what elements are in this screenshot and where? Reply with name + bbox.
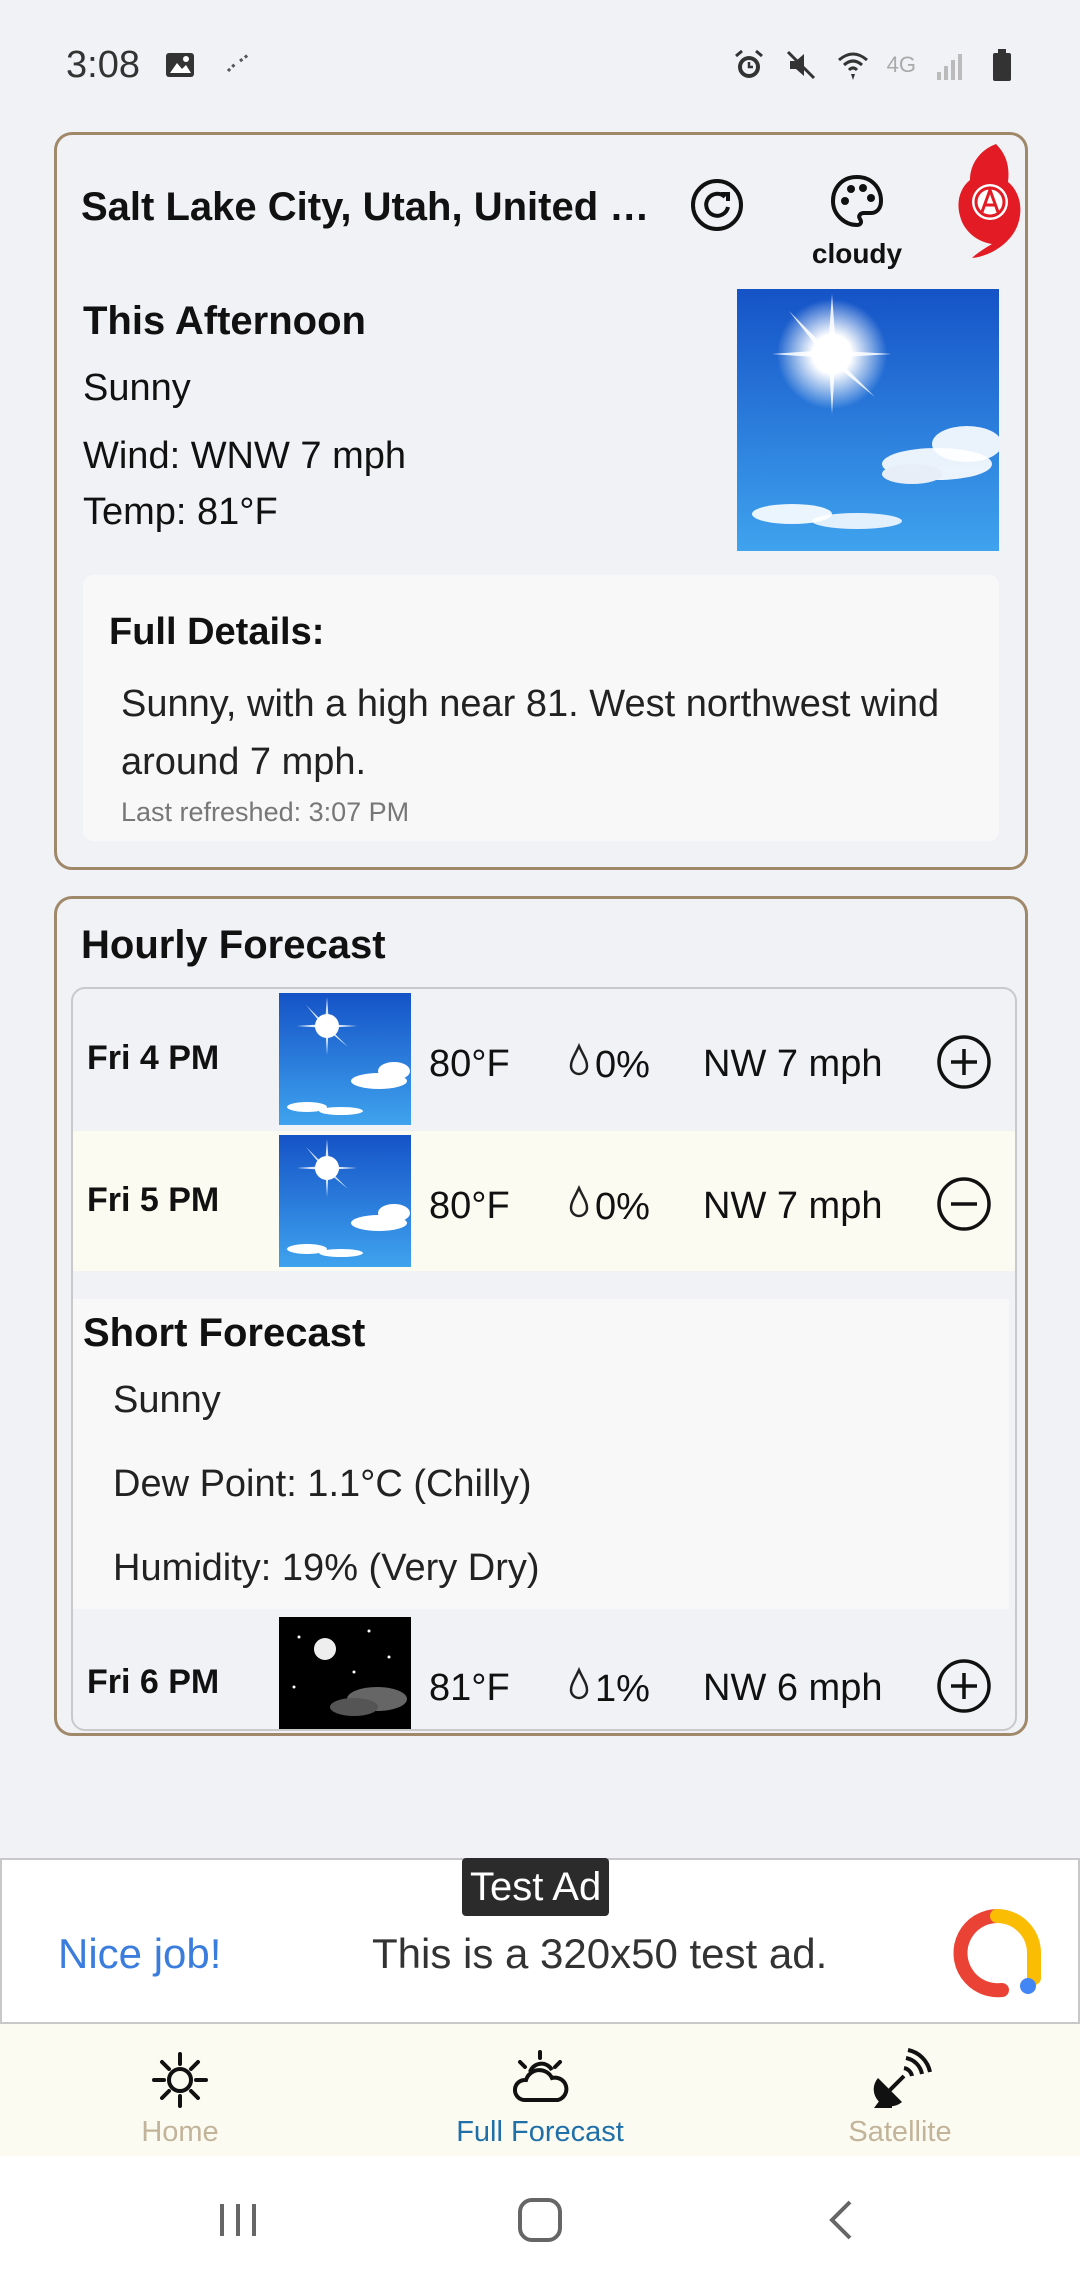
gallery-icon [162,47,198,83]
hourly-title: Hourly Forecast [81,923,386,967]
mute-icon [783,47,819,83]
hour-precip-group: 0% [567,1184,650,1229]
hour-temp: 80°F [429,1043,510,1085]
period-title: This Afternoon [83,299,366,343]
partly-cloudy-icon [508,2048,572,2112]
hour-time: Fri 5 PM [87,1181,220,1219]
nav-item-home[interactable]: Home [30,2024,330,2156]
hourly-list[interactable]: Fri 4 PM 80°F 0% NW 7 mph Fri 5 PM 80°F … [71,987,1017,1731]
details-title: Full Details: [109,611,325,653]
network-label: 4G [886,52,916,77]
nav-item-satellite[interactable]: Satellite [750,2024,1050,2156]
hour-time: Fri 4 PM [87,1039,220,1077]
back-icon[interactable] [812,2190,872,2250]
hour-temp: 81°F [429,1667,510,1709]
hour-wind: NW 7 mph [703,1043,883,1085]
wifi-icon [835,47,871,83]
hour-precip-group: 0% [567,1042,650,1087]
theme-label[interactable]: cloudy [792,238,922,270]
ad-nice-text: Nice job! [58,1930,222,1977]
dew-point: Dew Point: 1.1°C (Chilly) [113,1463,532,1505]
ad-logo-icon [952,1908,1042,1998]
minus-circle-icon[interactable] [935,1175,993,1233]
plus-circle-icon[interactable] [935,1657,993,1715]
ad-text: This is a 320x50 test ad. [372,1930,828,1977]
home-button-icon[interactable] [510,2190,570,2250]
alarm-icon [731,47,767,83]
night-clear-hour-image [279,1617,411,1729]
bottom-nav: Home Full Forecast Satellite [0,2024,1080,2156]
hourly-row[interactable]: Fri 4 PM 80°F 0% NW 7 mph [73,989,1015,1129]
hourly-forecast-card: Hourly Forecast Fri 4 PM 80°F 0% NW 7 mp… [54,896,1028,1736]
nav-label-full-forecast: Full Forecast [456,2116,624,2148]
short-forecast-panel: Short Forecast Sunny Dew Point: 1.1°C (C… [73,1299,1009,1609]
hour-temp: 80°F [429,1185,510,1227]
hour-precip-group: 1% [567,1666,650,1711]
raindrop-icon [567,1666,591,1711]
short-forecast-text: Sunny [113,1379,221,1421]
hourly-row[interactable]: Fri 5 PM 80°F 0% NW 7 mph [73,1131,1015,1271]
recent-apps-icon[interactable] [208,2190,268,2250]
nav-item-full-forecast[interactable]: Full Forecast [390,2024,690,2156]
hour-precip: 0% [595,1043,650,1086]
hourly-row[interactable]: Fri 6 PM 81°F 1% NW 6 mph [73,1613,1015,1729]
hour-time: Fri 6 PM [87,1663,220,1701]
hour-precip: 1% [595,1667,650,1710]
palette-icon[interactable] [827,171,887,231]
hour-wind: NW 6 mph [703,1667,883,1709]
full-details-box: Full Details: Sunny, with a high near 81… [83,575,999,841]
nav-label-home: Home [141,2116,219,2148]
raindrop-icon [567,1042,591,1087]
satellite-dish-icon [868,2048,932,2112]
details-text: Sunny, with a high near 81. West northwe… [121,683,940,783]
period-temp: Temp: 81°F [83,491,278,533]
period-wind: Wind: WNW 7 mph [83,435,407,477]
status-bar: 3:08 4G [0,0,1080,130]
period-short-forecast: Sunny [83,367,191,409]
location-title: Salt Lake City, Utah, United St... [81,185,663,229]
status-time: 3:08 [66,43,140,86]
signal-icon [932,47,968,83]
ad-tag: Test Ad [462,1858,610,1916]
battery-icon [984,47,1020,83]
nav-label-satellite: Satellite [848,2116,952,2148]
app-logo-icon [952,140,1024,260]
sync-icon [220,47,256,83]
current-conditions-card: Salt Lake City, Utah, United St... cloud… [54,132,1028,870]
humidity: Humidity: 19% (Very Dry) [113,1547,540,1589]
hour-precip: 0% [595,1185,650,1228]
raindrop-icon [567,1184,591,1229]
sun-icon [148,2048,212,2112]
refresh-icon[interactable] [687,175,747,235]
last-refreshed: Last refreshed: 3:07 PM [121,797,410,827]
plus-circle-icon[interactable] [935,1033,993,1091]
system-nav-bar [0,2156,1080,2280]
sunny-weather-image [737,289,1002,551]
sunny-hour-image [279,993,411,1125]
sunny-hour-image [279,1135,411,1267]
short-forecast-title: Short Forecast [83,1311,366,1355]
hour-wind: NW 7 mph [703,1185,883,1227]
